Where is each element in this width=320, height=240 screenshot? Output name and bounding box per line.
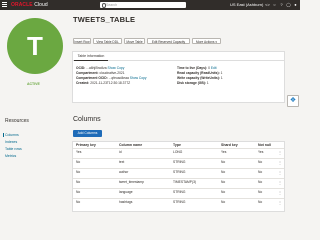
ocid-show-link[interactable]: Show [108,66,116,70]
search-placeholder: Search [106,3,118,7]
more-actions-label: More Actions [196,40,215,44]
region-selector[interactable]: US East (Ashburn) [230,1,263,9]
columns-title: Columns [73,116,101,123]
product-name: Cloud [34,2,48,8]
cell-type: STRING [173,170,186,174]
cell-type: TIMESTAMP(3) [173,180,197,184]
help-icon[interactable]: ? [279,2,284,7]
move-table-button[interactable]: Move Table [124,38,145,44]
insert-row-button[interactable]: Insert Row [73,38,91,44]
row-actions-icon[interactable]: ⋮ [278,178,282,187]
search-input[interactable]: Search [100,2,186,8]
created-label: Created: [76,81,90,85]
ocid-row: OCID: ...a6hjl5rcdlza Show Copy [76,66,124,70]
globe-icon[interactable]: ◯ [286,2,291,7]
bell-icon[interactable]: ○ [272,2,277,7]
disk-storage-value: 1 [206,81,209,85]
sidebar-item-table-rows[interactable]: Table rows [5,147,22,151]
chevron-down-icon: ▾ [215,40,217,44]
oracle-cloud-logo[interactable]: ORACLE Cloud [11,1,48,9]
code-icon[interactable]: <> [265,2,270,7]
cell-primary-key: No [76,190,81,194]
created-row: Created: 2021-11-23T12:30:18.377Z [76,81,130,85]
compartment-ocid-show-link[interactable]: Show [130,76,138,80]
ocid-value: ...a6hjl5rcdlza [86,66,107,70]
status-label: ACTIVE [27,82,40,86]
write-capacity-value: 1 [220,76,223,80]
cell-column-name: hashtags [119,200,133,204]
tab-table-information[interactable]: Table information [74,53,108,61]
ttl-row: Time to live (Days): 0 Edit [177,66,217,70]
resources-title: Resources [5,118,29,124]
edit-reserved-capacity-button[interactable]: Edit Reserved Capacity [147,38,190,44]
cell-shard-key: No [221,170,226,174]
write-capacity-row: Write capacity (WriteUnits): 1 [177,76,223,80]
cell-primary-key: Yes [76,150,82,154]
row-actions-icon[interactable]: ⋮ [278,168,282,177]
cell-not-null: No [258,180,263,184]
cell-type: STRING [173,200,186,204]
menu-icon[interactable] [2,2,7,7]
help-widget-icon[interactable]: ❖ [287,95,299,107]
cell-shard-key: No [221,190,226,194]
cell-column-name: text [119,160,125,164]
ocid-copy-link[interactable]: Copy [117,66,125,70]
cell-not-null: No [258,200,263,204]
ttl-value: 0 [208,66,210,70]
cell-primary-key: No [76,160,81,164]
read-capacity-label: Read capacity (ReadUnits): [177,71,220,75]
user-icon[interactable]: ● [293,2,298,7]
search-icon [101,3,106,8]
cell-not-null: No [258,160,263,164]
row-actions-icon[interactable]: ⋮ [278,198,282,207]
ttl-edit-link[interactable]: Edit [211,66,217,70]
row-actions-icon[interactable]: ⋮ [278,188,282,197]
compartment-ocid-label: Compartment OCID: [76,76,108,80]
cell-column-name: tweet_timestamp [119,180,144,184]
cell-column-name: language [119,190,133,194]
compartment-ocid-row: Compartment OCID: ...qfeuad4eaa Show Cop… [76,76,147,80]
cell-shard-key: No [221,160,226,164]
add-columns-button[interactable]: Add Columns [73,130,102,137]
cell-type: STRING [173,190,186,194]
cell-shard-key: No [221,180,226,184]
compartment-value: cloudnative-2021 [99,71,125,75]
cell-shard-key: No [221,200,226,204]
cell-not-null: No [258,170,263,174]
table-avatar: T [7,18,63,74]
disk-storage-row: Disk storage (GB): 1 [177,81,209,85]
row-actions-icon[interactable]: ⋮ [278,158,282,167]
created-value: 2021-11-23T12:30:18.377Z [90,81,131,85]
sidebar-item-columns[interactable]: Columns [5,133,19,137]
cell-primary-key: No [76,170,81,174]
view-table-ddl-button[interactable]: View Table DDL [93,38,122,44]
cell-type: LONG [173,150,183,154]
cell-type: STRING [173,160,186,164]
ocid-label: OCID: [76,66,86,70]
page-title: TWEETS_TABLE [73,15,136,24]
compartment-ocid-value: ...qfeuad4eaa [108,76,129,80]
cell-shard-key: Yes [221,150,227,154]
row-actions-icon[interactable]: ⋮ [278,148,282,157]
read-capacity-value: 1 [220,71,223,75]
compartment-row: Compartment: cloudnative-2021 [76,71,125,75]
cell-primary-key: No [76,200,81,204]
ttl-label: Time to live (Days): [177,66,208,70]
brand-name: ORACLE [11,2,33,8]
more-actions-button[interactable]: More Actions ▾ [192,38,221,44]
compartment-label: Compartment: [76,71,99,75]
disk-storage-label: Disk storage (GB): [177,81,206,85]
sidebar-active-indicator [3,133,4,137]
cell-not-null: No [258,190,263,194]
sidebar-item-metrics[interactable]: Metrics [5,154,16,158]
write-capacity-label: Write capacity (WriteUnits): [177,76,220,80]
cell-primary-key: No [76,180,81,184]
compartment-ocid-copy-link[interactable]: Copy [139,76,147,80]
cell-column-name: author [119,170,129,174]
cell-column-name: id [119,150,122,154]
sidebar-item-indexes[interactable]: Indexes [5,140,17,144]
cell-not-null: Yes [258,150,264,154]
read-capacity-row: Read capacity (ReadUnits): 1 [177,71,222,75]
